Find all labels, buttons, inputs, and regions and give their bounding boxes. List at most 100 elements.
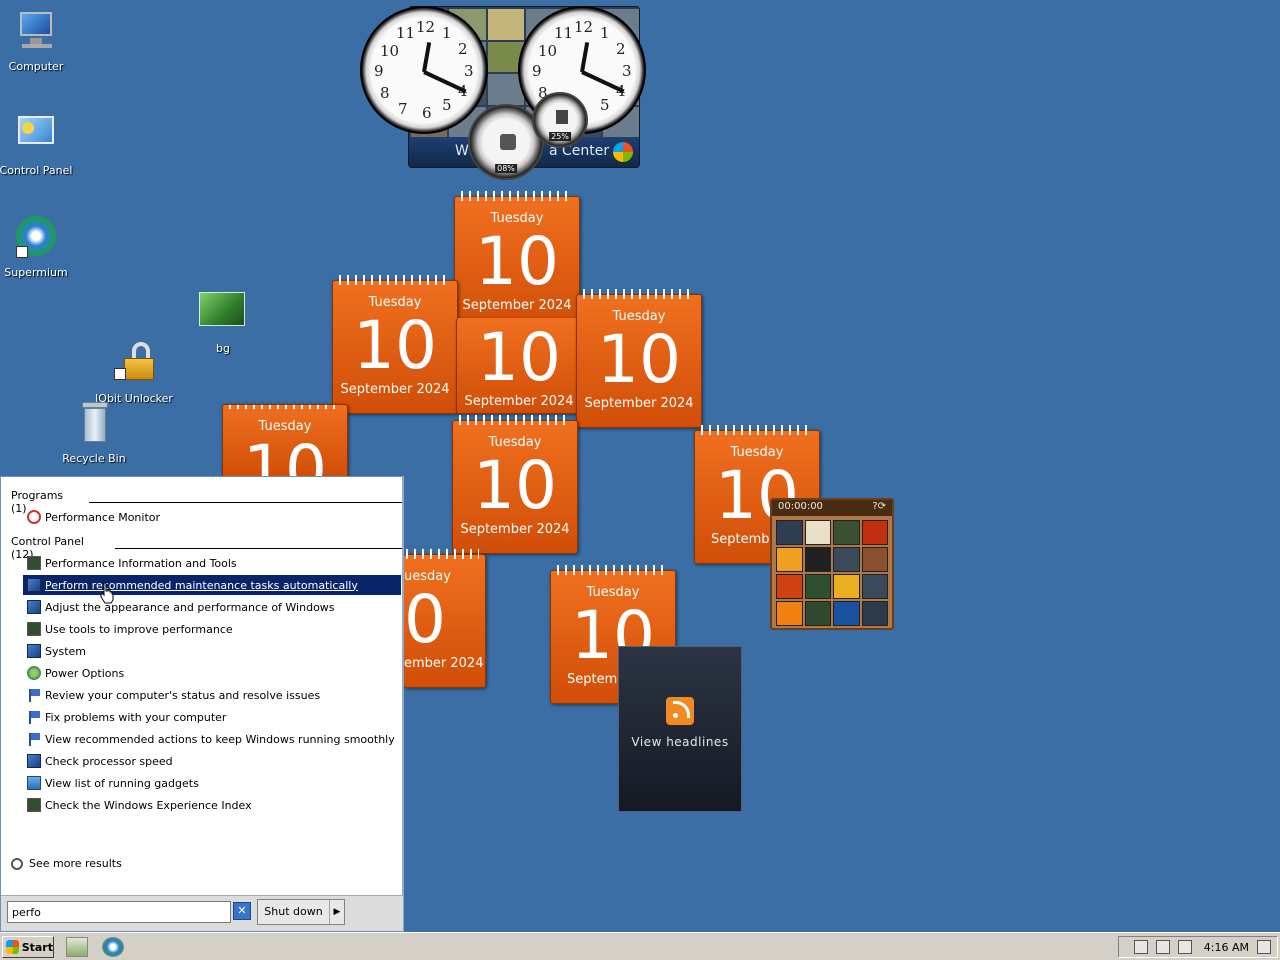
desktop-icon-recycle-bin[interactable]: Recycle Bin xyxy=(49,400,139,465)
gadgets-icon xyxy=(27,776,41,790)
windows-flag-icon xyxy=(6,940,19,954)
memory-meter-value: 25% xyxy=(549,132,571,141)
start-search-input[interactable] xyxy=(7,901,231,923)
shutdown-button[interactable]: Shut down xyxy=(258,900,330,924)
calendar-date: 10 xyxy=(477,319,561,396)
computer-icon xyxy=(12,8,60,56)
puzzle-toolbar: 00:00:00 ?⟳ xyxy=(772,500,892,516)
media-center-title-start: W xyxy=(455,143,469,159)
calendar-gadget[interactable]: Tuesday 10 September 2024 xyxy=(454,191,580,330)
view-headlines-link[interactable]: View headlines xyxy=(631,735,728,749)
monitor-icon xyxy=(27,556,41,570)
flag-icon xyxy=(27,732,41,746)
clear-search-button[interactable]: ✕ xyxy=(233,902,251,920)
result-label: Performance Information and Tools xyxy=(45,556,237,570)
see-more-label: See more results xyxy=(29,857,122,870)
search-icon xyxy=(11,857,23,870)
power-icon xyxy=(27,666,41,680)
start-menu[interactable]: Programs (1) Performance Monitor Control… xyxy=(0,476,404,932)
result-label: Review your computer's status and resolv… xyxy=(45,688,321,702)
result-system[interactable]: System xyxy=(23,641,401,661)
result-review-status[interactable]: Review your computer's status and resolv… xyxy=(23,685,401,705)
show-desktop-tray-icon[interactable] xyxy=(1257,940,1271,954)
image-file-icon xyxy=(199,290,247,338)
calendar-gadget[interactable]: Tuesday 10 September 2024 xyxy=(332,275,458,414)
desktop-icon-label: Control Panel xyxy=(0,164,73,177)
desktop-icon-label: bg xyxy=(216,342,230,355)
clock-gadget[interactable]: W a Center 12 11 10 9 8 7 6 5 4 3 2 1 12… xyxy=(356,4,646,180)
result-processor-speed[interactable]: Check processor speed xyxy=(23,751,401,771)
calendar-gadget[interactable]: Tuesday 10 xyxy=(222,404,348,478)
calendar-gadget[interactable]: 10 September 2024 xyxy=(456,318,582,414)
windows-logo-icon xyxy=(613,142,633,162)
action-center-flag-icon[interactable] xyxy=(1133,940,1148,954)
result-running-gadgets[interactable]: View list of running gadgets xyxy=(23,773,401,793)
puzzle-timer: 00:00:00 xyxy=(778,501,823,512)
iobit-unlocker-icon xyxy=(110,340,158,388)
calendar-gadget[interactable]: uesday 0 ember 2024 xyxy=(404,549,486,688)
calendar-month: September 2024 xyxy=(340,382,450,397)
monitor-icon xyxy=(27,622,41,636)
calendar-gadget[interactable]: Tuesday 10 September 2024 xyxy=(576,289,702,428)
flag-icon xyxy=(27,710,41,724)
desktop-icon-supermium[interactable]: Supermium xyxy=(0,214,81,279)
supermium-icon xyxy=(12,214,60,262)
hand-cursor-icon xyxy=(100,582,114,604)
result-label: View recommended actions to keep Windows… xyxy=(45,732,395,746)
result-adjust-appearance[interactable]: Adjust the appearance and performance of… xyxy=(23,597,401,617)
system-icon xyxy=(27,600,41,614)
shutdown-options-arrow-icon[interactable]: ▶ xyxy=(330,900,344,924)
browser-quicklaunch-icon[interactable] xyxy=(102,937,124,957)
result-recommended-actions[interactable]: View recommended actions to keep Windows… xyxy=(23,729,401,749)
result-performance-information[interactable]: Performance Information and Tools xyxy=(23,553,401,573)
calendar-date-partial: 0 xyxy=(404,581,446,658)
result-experience-index[interactable]: Check the Windows Experience Index xyxy=(23,795,401,815)
result-fix-problems[interactable]: Fix problems with your computer xyxy=(23,707,401,727)
system-tray: 4:16 AM xyxy=(1118,936,1278,958)
desktop-icon-iobit-unlocker[interactable]: IObit Unlocker xyxy=(89,340,179,405)
feed-headlines-gadget[interactable]: View headlines xyxy=(618,646,742,812)
desktop-icon-control-panel[interactable]: Control Panel xyxy=(0,112,81,177)
calendar-date: 10 xyxy=(353,307,437,384)
calendar-date: 10 xyxy=(473,447,557,524)
shutdown-button-group[interactable]: Shut down ▶ xyxy=(257,899,345,925)
clock-left: 12 11 10 9 8 7 6 5 4 3 2 1 xyxy=(360,6,488,134)
result-label: System xyxy=(45,644,87,658)
puzzle-help-icon[interactable]: ?⟳ xyxy=(872,501,886,515)
result-label: View list of running gadgets xyxy=(45,776,199,790)
start-menu-footer: ✕ Shut down ▶ xyxy=(1,895,403,931)
monitor-icon xyxy=(27,798,41,812)
perfmon-icon xyxy=(27,510,41,524)
puzzle-grid[interactable] xyxy=(772,516,892,630)
show-desktop-icon[interactable] xyxy=(66,937,88,957)
memory-meter-gauge: 25% xyxy=(532,92,588,148)
result-label: Perform recommended maintenance tasks au… xyxy=(45,578,358,592)
result-power-options[interactable]: Power Options xyxy=(23,663,401,683)
result-maintenance-tasks[interactable]: Perform recommended maintenance tasks au… xyxy=(23,575,401,595)
volume-muted-icon[interactable] xyxy=(1177,940,1192,954)
see-more-results-link[interactable]: See more results xyxy=(11,857,122,870)
result-label: Performance Monitor xyxy=(45,510,161,524)
result-label: Adjust the appearance and performance of… xyxy=(45,600,335,614)
picture-puzzle-gadget[interactable]: 00:00:00 ?⟳ xyxy=(770,498,894,630)
calendar-date: 10 xyxy=(243,431,327,478)
calendar-month: September 2024 xyxy=(464,394,574,409)
desktop-icon-bg[interactable]: bg xyxy=(178,290,268,355)
rss-icon xyxy=(666,697,694,725)
control-panel-icon xyxy=(12,112,60,160)
result-improve-performance[interactable]: Use tools to improve performance xyxy=(23,619,401,639)
network-icon[interactable] xyxy=(1155,940,1170,954)
tray-clock[interactable]: 4:16 AM xyxy=(1204,941,1249,954)
calendar-month: September 2024 xyxy=(460,522,570,537)
start-button[interactable]: Start xyxy=(2,936,54,958)
calendar-gadget[interactable]: Tuesday 10 September 2024 xyxy=(452,415,578,554)
result-performance-monitor[interactable]: Performance Monitor xyxy=(23,507,401,527)
desktop-icon-label: Computer xyxy=(8,60,64,73)
cpu-meter-value: 08% xyxy=(495,164,517,173)
desktop-icon-label: Supermium xyxy=(4,266,68,279)
desktop-icon-computer[interactable]: Computer xyxy=(0,8,81,73)
result-label: Fix problems with your computer xyxy=(45,710,227,724)
start-label: Start xyxy=(21,940,53,954)
system-icon xyxy=(27,644,41,658)
flag-icon xyxy=(27,688,41,702)
